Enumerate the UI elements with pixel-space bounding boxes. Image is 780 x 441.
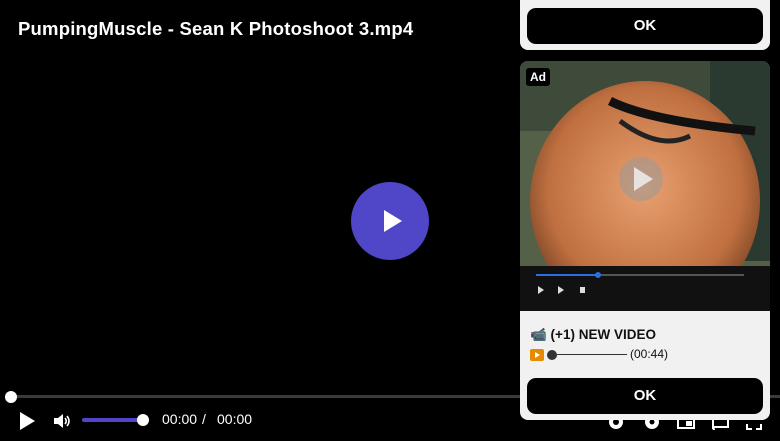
time-separator: / [202,411,206,427]
ad-card[interactable]: Ad 📹 (+1) NEW VIDEO (00:44) OK [520,61,770,420]
play-button[interactable] [16,410,38,432]
volume-icon [54,414,70,428]
current-time: 00:00 [162,411,198,427]
ad-duration-row: (00:44) [530,347,668,361]
play-icon [20,412,35,430]
volume-button[interactable] [52,411,72,431]
progress-dot-icon [547,349,557,360]
video-title: PumpingMuscle - Sean K Photoshoot 3.mp4 [18,18,414,39]
ad-thumbnail[interactable]: Ad [520,61,770,311]
ad-ok-button[interactable]: OK [527,378,763,414]
ad-thumbnail-image [520,61,770,311]
big-play-button[interactable] [351,182,429,260]
volume-handle[interactable] [137,414,149,426]
duration: 00:00 [217,411,253,427]
top-ad-card: OK [520,0,770,50]
ad-headline[interactable]: 📹 (+1) NEW VIDEO [530,327,656,343]
ad-badge: Ad [526,68,550,86]
progress-handle[interactable] [5,391,17,403]
top-ok-button[interactable]: OK [527,8,763,44]
volume-slider[interactable] [82,418,144,422]
play-badge-icon [530,348,544,361]
progress-line [557,354,627,356]
ad-duration: (00:44) [630,347,669,361]
play-icon [384,210,402,232]
